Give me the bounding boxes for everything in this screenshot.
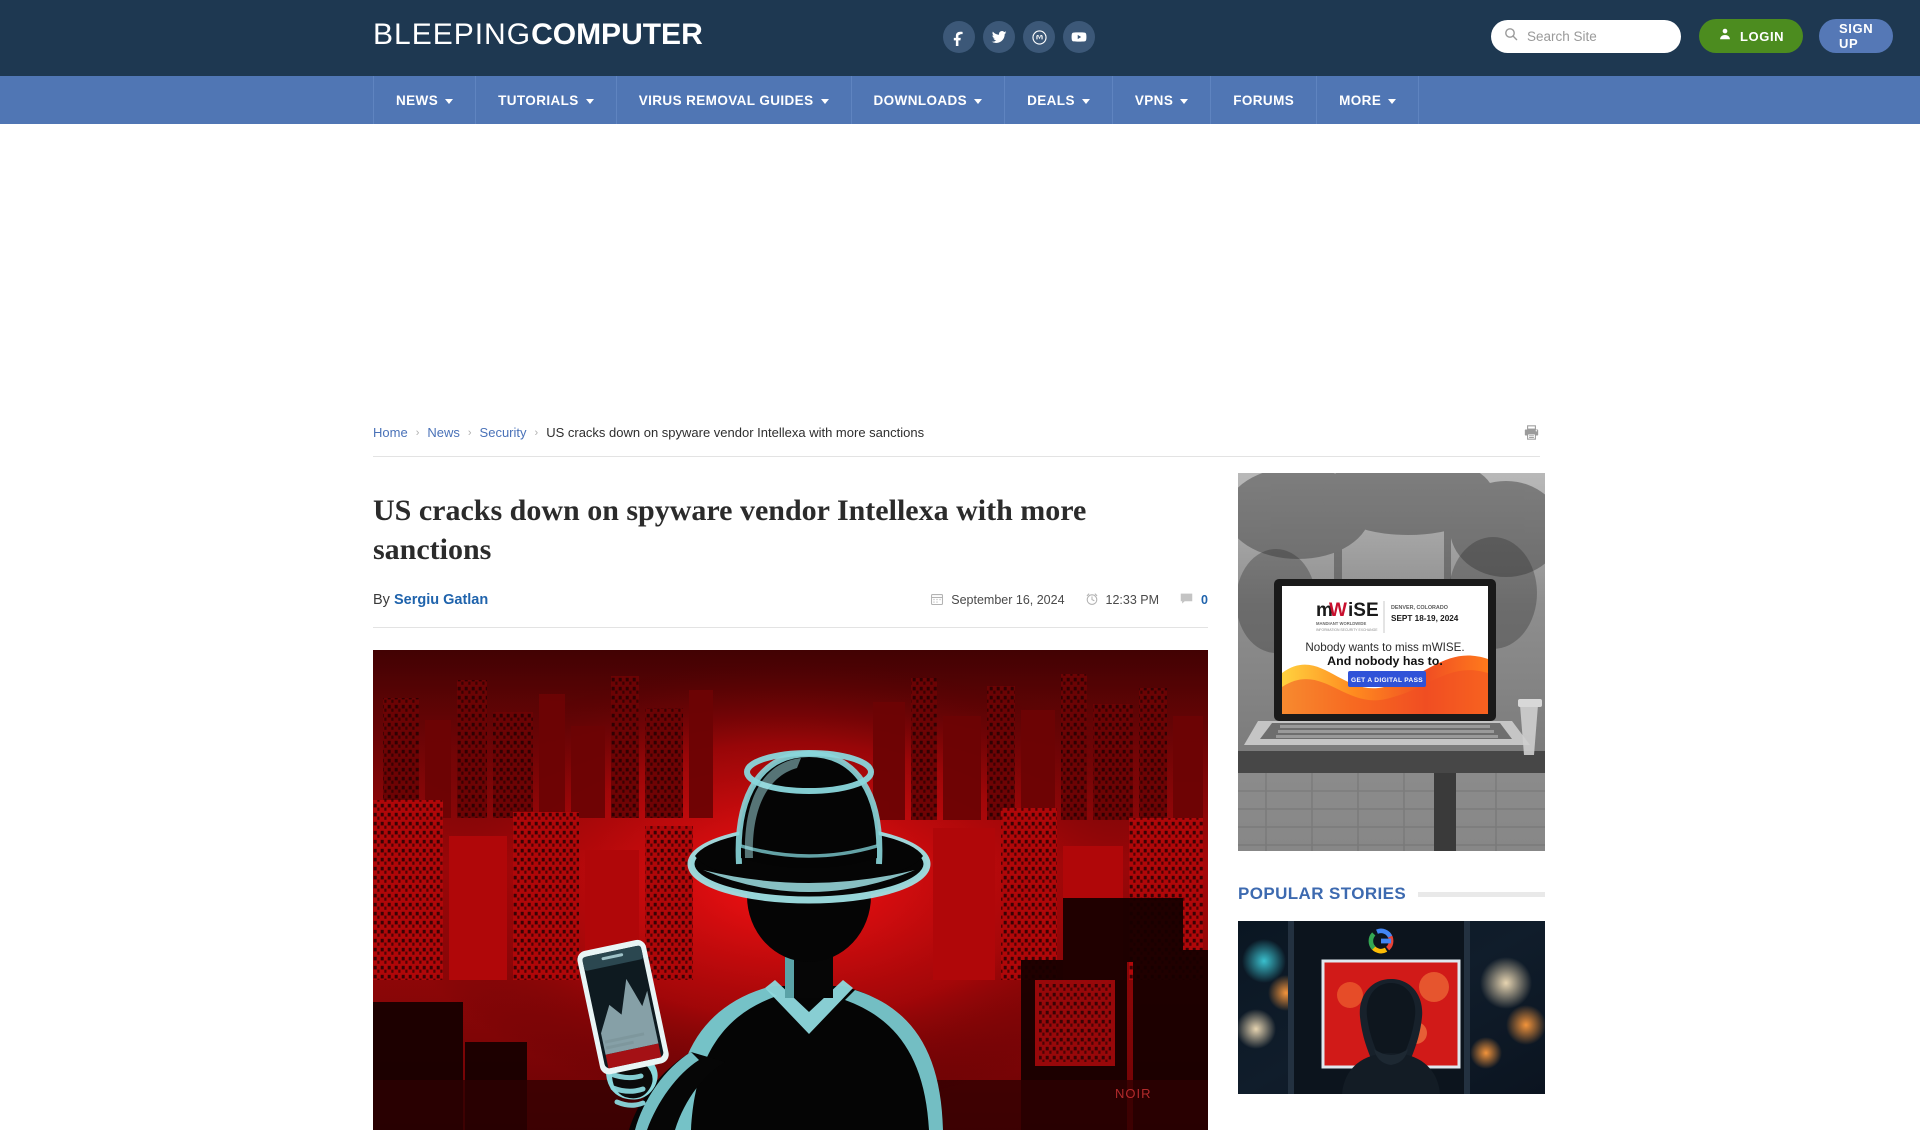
nav-item-deals[interactable]: DEALS <box>1004 76 1112 124</box>
svg-text:SEPT 18-19, 2024: SEPT 18-19, 2024 <box>1391 614 1459 623</box>
sidebar: m W iSE MANDIANT WORLDWIDE INFORMATION S… <box>1238 473 1545 1130</box>
breadcrumb-separator: › <box>467 426 472 439</box>
chevron-down-icon <box>1388 98 1397 104</box>
publish-date: September 16, 2024 <box>930 592 1065 609</box>
nav-item-label: TUTORIALS <box>498 92 579 108</box>
logo-text-bold: COMPUTER <box>531 18 703 51</box>
svg-text:Nobody wants to miss mWISE.: Nobody wants to miss mWISE. <box>1305 641 1464 654</box>
main-navigation: NEWS TUTORIALS VIRUS REMOVAL GUIDES DOWNLOA… <box>0 76 1920 124</box>
print-icon[interactable] <box>1523 424 1540 441</box>
facebook-icon[interactable] <box>943 21 975 53</box>
nav-item-label: NEWS <box>396 92 439 108</box>
signup-label: SIGN UP <box>1839 21 1874 51</box>
page-container: Home › News › Security › US cracks down on spy… <box>373 409 1545 1130</box>
breadcrumb-separator: › <box>415 426 420 439</box>
logo-text-thin: BLEEPING <box>373 18 532 51</box>
leaderboard-ad-slot <box>0 124 1920 409</box>
nav-item-label: MORE <box>1339 92 1382 108</box>
site-logo[interactable]: BLEEPINGCOMPUTER <box>373 18 703 52</box>
chevron-down-icon <box>974 98 983 104</box>
login-label: LOGIN <box>1740 28 1785 44</box>
login-button[interactable]: LOGIN <box>1699 19 1804 53</box>
chevron-down-icon <box>445 98 454 104</box>
popular-story-thumbnail[interactable] <box>1238 921 1545 1094</box>
svg-text:iSE: iSE <box>1348 600 1379 621</box>
article-meta: September 16, 2024 12:33 PM 0 <box>930 591 1208 609</box>
search-box[interactable] <box>1491 20 1704 53</box>
site-header: BLEEPINGCOMPUTER Search Site LOGIN SIGN … <box>0 0 1920 76</box>
publish-time-text: 12:33 PM <box>1105 593 1160 607</box>
nav-item-more[interactable]: MORE <box>1316 76 1420 124</box>
nav-item-label: DEALS <box>1027 92 1075 108</box>
comment-icon <box>1179 591 1194 609</box>
page-title: US cracks down on spyware vendor Intelle… <box>373 494 1087 566</box>
popular-stories-title: POPULAR STORIES <box>1238 884 1407 903</box>
social-links <box>943 21 1095 53</box>
breadcrumb-item-current: US cracks down on spyware vendor Intelle… <box>546 425 925 440</box>
nav-item-downloads[interactable]: DOWNLOADS <box>850 76 1005 124</box>
search-input[interactable] <box>1527 20 1704 53</box>
main-content: US cracks down on spyware vendor Intelle… <box>373 457 1545 1130</box>
nav-item-forums[interactable]: FORUMS <box>1210 76 1316 124</box>
nav-item-tutorials[interactable]: TUTORIALS <box>475 76 616 124</box>
breadcrumb-row: Home › News › Security › US cracks down on spy… <box>373 409 1540 457</box>
comments[interactable]: 0 <box>1179 591 1208 609</box>
svg-text:And nobody has to.: And nobody has to. <box>1327 654 1443 668</box>
chevron-down-icon <box>1081 98 1090 104</box>
signup-button[interactable]: SIGN UP <box>1819 19 1894 53</box>
breadcrumb-item-home[interactable]: Home <box>373 425 408 440</box>
nav-item-label: VIRUS REMOVAL GUIDES <box>638 92 814 108</box>
comment-count[interactable]: 0 <box>1201 593 1208 607</box>
svg-text:NOIR: NOIR <box>1115 1086 1152 1101</box>
youtube-icon[interactable] <box>1063 21 1095 53</box>
svg-text:DENVER, COLORADO: DENVER, COLORADO <box>1391 605 1448 611</box>
byline-prefix: By <box>373 592 390 608</box>
article-meta-row: By Sergiu Gatlan September 16, 2024 12:3… <box>373 569 1208 628</box>
publish-time: 12:33 PM <box>1085 592 1160 609</box>
svg-text:GET A DIGITAL PASS: GET A DIGITAL PASS <box>1351 677 1423 684</box>
sidebar-ad[interactable]: m W iSE MANDIANT WORLDWIDE INFORMATION S… <box>1238 473 1545 851</box>
nav-item-virus-removal-guides[interactable]: VIRUS REMOVAL GUIDES <box>615 76 851 124</box>
calendar-icon <box>930 592 944 609</box>
chevron-down-icon <box>1180 98 1189 104</box>
svg-text:MANDIANT WORLDWIDE: MANDIANT WORLDWIDE <box>1316 621 1366 626</box>
chevron-down-icon <box>585 98 594 104</box>
breadcrumb-separator: › <box>534 426 539 439</box>
nav-item-label: VPNS <box>1134 92 1174 108</box>
svg-text:INFORMATION SECURITY EXCHANGE: INFORMATION SECURITY EXCHANGE <box>1316 628 1378 632</box>
nav-item-label: DOWNLOADS <box>873 92 968 108</box>
nav-item-label: FORUMS <box>1233 92 1295 108</box>
breadcrumb-item-security[interactable]: Security <box>480 425 527 440</box>
popular-stories-header: POPULAR STORIES <box>1238 881 1545 907</box>
mastodon-icon[interactable] <box>1023 21 1055 53</box>
user-icon <box>1718 27 1732 46</box>
breadcrumb-item-news[interactable]: News <box>427 425 460 440</box>
byline: By Sergiu Gatlan <box>373 592 488 608</box>
publish-date-text: September 16, 2024 <box>951 593 1065 607</box>
article-hero-image: NOIR <box>373 650 1208 1130</box>
breadcrumb: Home › News › Security › US cracks down on spy… <box>373 425 924 440</box>
nav-item-vpns[interactable]: VPNS <box>1111 76 1210 124</box>
search-icon <box>1503 26 1519 47</box>
clock-icon <box>1085 592 1099 609</box>
author-link[interactable]: Sergiu Gatlan <box>394 592 488 608</box>
header-rule <box>1418 891 1545 897</box>
svg-text:W: W <box>1329 600 1347 621</box>
twitter-icon[interactable] <box>983 21 1015 53</box>
article-column: US cracks down on spyware vendor Intelle… <box>373 473 1208 1130</box>
chevron-down-icon <box>820 98 829 104</box>
nav-item-news[interactable]: NEWS <box>373 76 475 124</box>
